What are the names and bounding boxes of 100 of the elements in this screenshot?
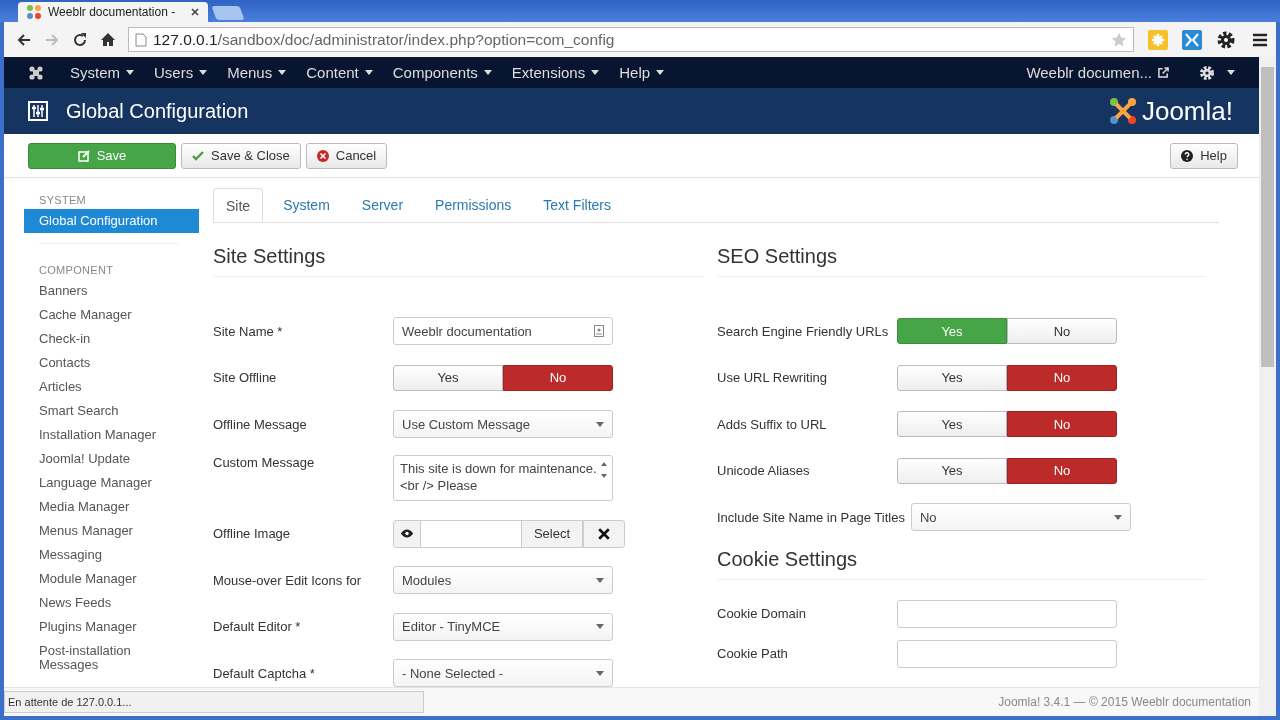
toggle-option[interactable]: No	[1007, 411, 1117, 437]
sidebar-item[interactable]: Language Manager	[24, 471, 199, 495]
field-label: Offline Image	[213, 526, 292, 541]
logo-text: Joomla!	[1141, 95, 1233, 127]
close-icon	[598, 527, 610, 540]
sidebar-item[interactable]: Contacts	[24, 351, 199, 375]
eye-icon	[400, 529, 414, 538]
nav-menu[interactable]: System	[60, 64, 144, 81]
select-field[interactable]: - None Selected -	[393, 659, 613, 687]
caret-icon	[591, 70, 600, 75]
text-field[interactable]	[897, 599, 1117, 628]
dropdown-caret-icon	[596, 421, 604, 427]
check-icon	[192, 149, 204, 162]
caret-icon	[656, 70, 665, 75]
field-label: Cookie Domain	[717, 606, 807, 621]
sliders-icon	[28, 101, 48, 121]
sidebar-item[interactable]: Module Manager	[24, 567, 199, 591]
sidebar-item[interactable]: News Feeds	[24, 591, 199, 615]
cancel-button[interactable]: Cancel	[305, 142, 388, 169]
toggle-option[interactable]: No	[503, 364, 613, 391]
help-icon	[1181, 149, 1194, 162]
address-bar[interactable]: 127.0.0.1/sandbox/doc/administrator/index.php?option=com_config	[128, 27, 1134, 52]
scrollbar[interactable]	[1259, 57, 1276, 716]
select-field[interactable]: No	[910, 503, 1131, 531]
tab[interactable]: Site	[213, 188, 264, 222]
joomla-icon	[26, 4, 42, 20]
help-button[interactable]: Help	[1170, 142, 1238, 169]
external-link-icon	[1158, 67, 1169, 78]
caret-icon	[364, 70, 373, 75]
section-title: Cookie Settings	[717, 547, 1205, 580]
toggle-option[interactable]: No	[1007, 457, 1117, 484]
sidebar-item[interactable]: Menus Manager	[24, 519, 199, 543]
select-field[interactable]: Editor - TinyMCE	[393, 612, 613, 641]
tab[interactable]: System	[271, 188, 342, 222]
nav-menu[interactable]: Menus	[217, 64, 297, 81]
save-close-button[interactable]: Save & Close	[181, 142, 301, 169]
toggle-option[interactable]: Yes	[393, 364, 503, 391]
select-field[interactable]: Modules	[393, 566, 613, 594]
nav-menu[interactable]: Components	[382, 64, 502, 81]
nav-menu[interactable]: Extensions	[501, 64, 610, 81]
sidebar-item[interactable]: Check-in	[24, 327, 199, 351]
text-field[interactable]	[897, 639, 1117, 668]
reload-icon[interactable]	[72, 31, 88, 48]
tab-title: Weeblr documentation -	[48, 5, 177, 19]
toggle-option[interactable]: No	[1007, 364, 1117, 391]
caret-icon	[483, 70, 492, 75]
text-area[interactable]: This site is down for maintenance.<br /> Please	[393, 454, 613, 501]
home-icon[interactable]	[100, 31, 116, 48]
tab[interactable]: Text Filters	[531, 188, 623, 222]
select-field[interactable]: Use Custom Message	[393, 410, 613, 438]
field-label: Unicode Aliases	[717, 463, 811, 478]
dropdown-caret-icon	[596, 577, 604, 583]
sidebar-item[interactable]: Banners	[24, 279, 199, 303]
field-label: Mouse-over Edit Icons for	[213, 572, 363, 588]
page-icon	[135, 32, 147, 47]
back-icon[interactable]	[16, 31, 32, 48]
toggle-option[interactable]: Yes	[897, 364, 1007, 391]
site-link[interactable]: Weeblr documen...	[1026, 64, 1169, 81]
extension-icon[interactable]	[1182, 29, 1202, 50]
page-title: Global Configuration	[66, 99, 249, 123]
field-label: Adds Suffix to URL	[717, 416, 828, 432]
nav-menu[interactable]: Content	[296, 64, 383, 81]
joomla-icon[interactable]	[28, 64, 44, 81]
sidebar-item[interactable]: Media Manager	[24, 495, 199, 519]
section-title: Site Settings	[213, 245, 703, 277]
settings-icon[interactable]	[1216, 29, 1236, 50]
sidebar-item[interactable]: Post-installation Messages	[24, 639, 199, 677]
dropdown-caret-icon	[1113, 514, 1122, 520]
section-title: SEO Settings	[717, 245, 1205, 277]
toggle-option[interactable]: No	[1007, 318, 1117, 344]
toggle-option[interactable]: Yes	[897, 411, 1007, 437]
sidebar-item[interactable]: Joomla! Update	[24, 447, 199, 471]
sidebar-item[interactable]: Global Configuration	[24, 209, 199, 233]
sidebar-item[interactable]: Smart Search	[24, 399, 199, 423]
preview-button[interactable]	[393, 519, 421, 548]
field-label: Cookie Path	[717, 646, 789, 661]
browser-tab[interactable]: Weeblr documentation -	[18, 2, 208, 22]
toggle-option[interactable]: Yes	[897, 457, 1007, 484]
tab[interactable]: Server	[349, 188, 416, 222]
sidebar-item[interactable]: Cache Manager	[24, 303, 199, 327]
field-label: Default Editor *	[213, 619, 302, 634]
field-label: Site Name *	[213, 323, 284, 339]
star-icon[interactable]	[1111, 31, 1127, 48]
close-icon[interactable]	[190, 7, 200, 17]
caret-icon	[199, 70, 208, 75]
nav-menu[interactable]: Help	[609, 64, 675, 81]
tab[interactable]: Permissions	[423, 188, 524, 222]
sidebar-item[interactable]: Installation Manager	[24, 423, 199, 447]
text-field[interactable]: Weeblr documentation	[393, 317, 613, 345]
nav-menu[interactable]: Users	[144, 64, 218, 81]
clear-button[interactable]	[583, 519, 625, 548]
field-label: Default Captcha *	[213, 665, 316, 681]
sidebar-item[interactable]: Messaging	[24, 543, 199, 567]
sidebar-item[interactable]: Plugins Manager	[24, 615, 199, 639]
sidebar-item[interactable]: Articles	[24, 375, 199, 399]
new-tab-button[interactable]	[211, 6, 245, 20]
select-button[interactable]: Select	[521, 519, 583, 548]
settings-icon	[1199, 64, 1215, 81]
sidebar-heading: SYSTEM	[38, 193, 88, 208]
caret-icon	[278, 70, 287, 75]
